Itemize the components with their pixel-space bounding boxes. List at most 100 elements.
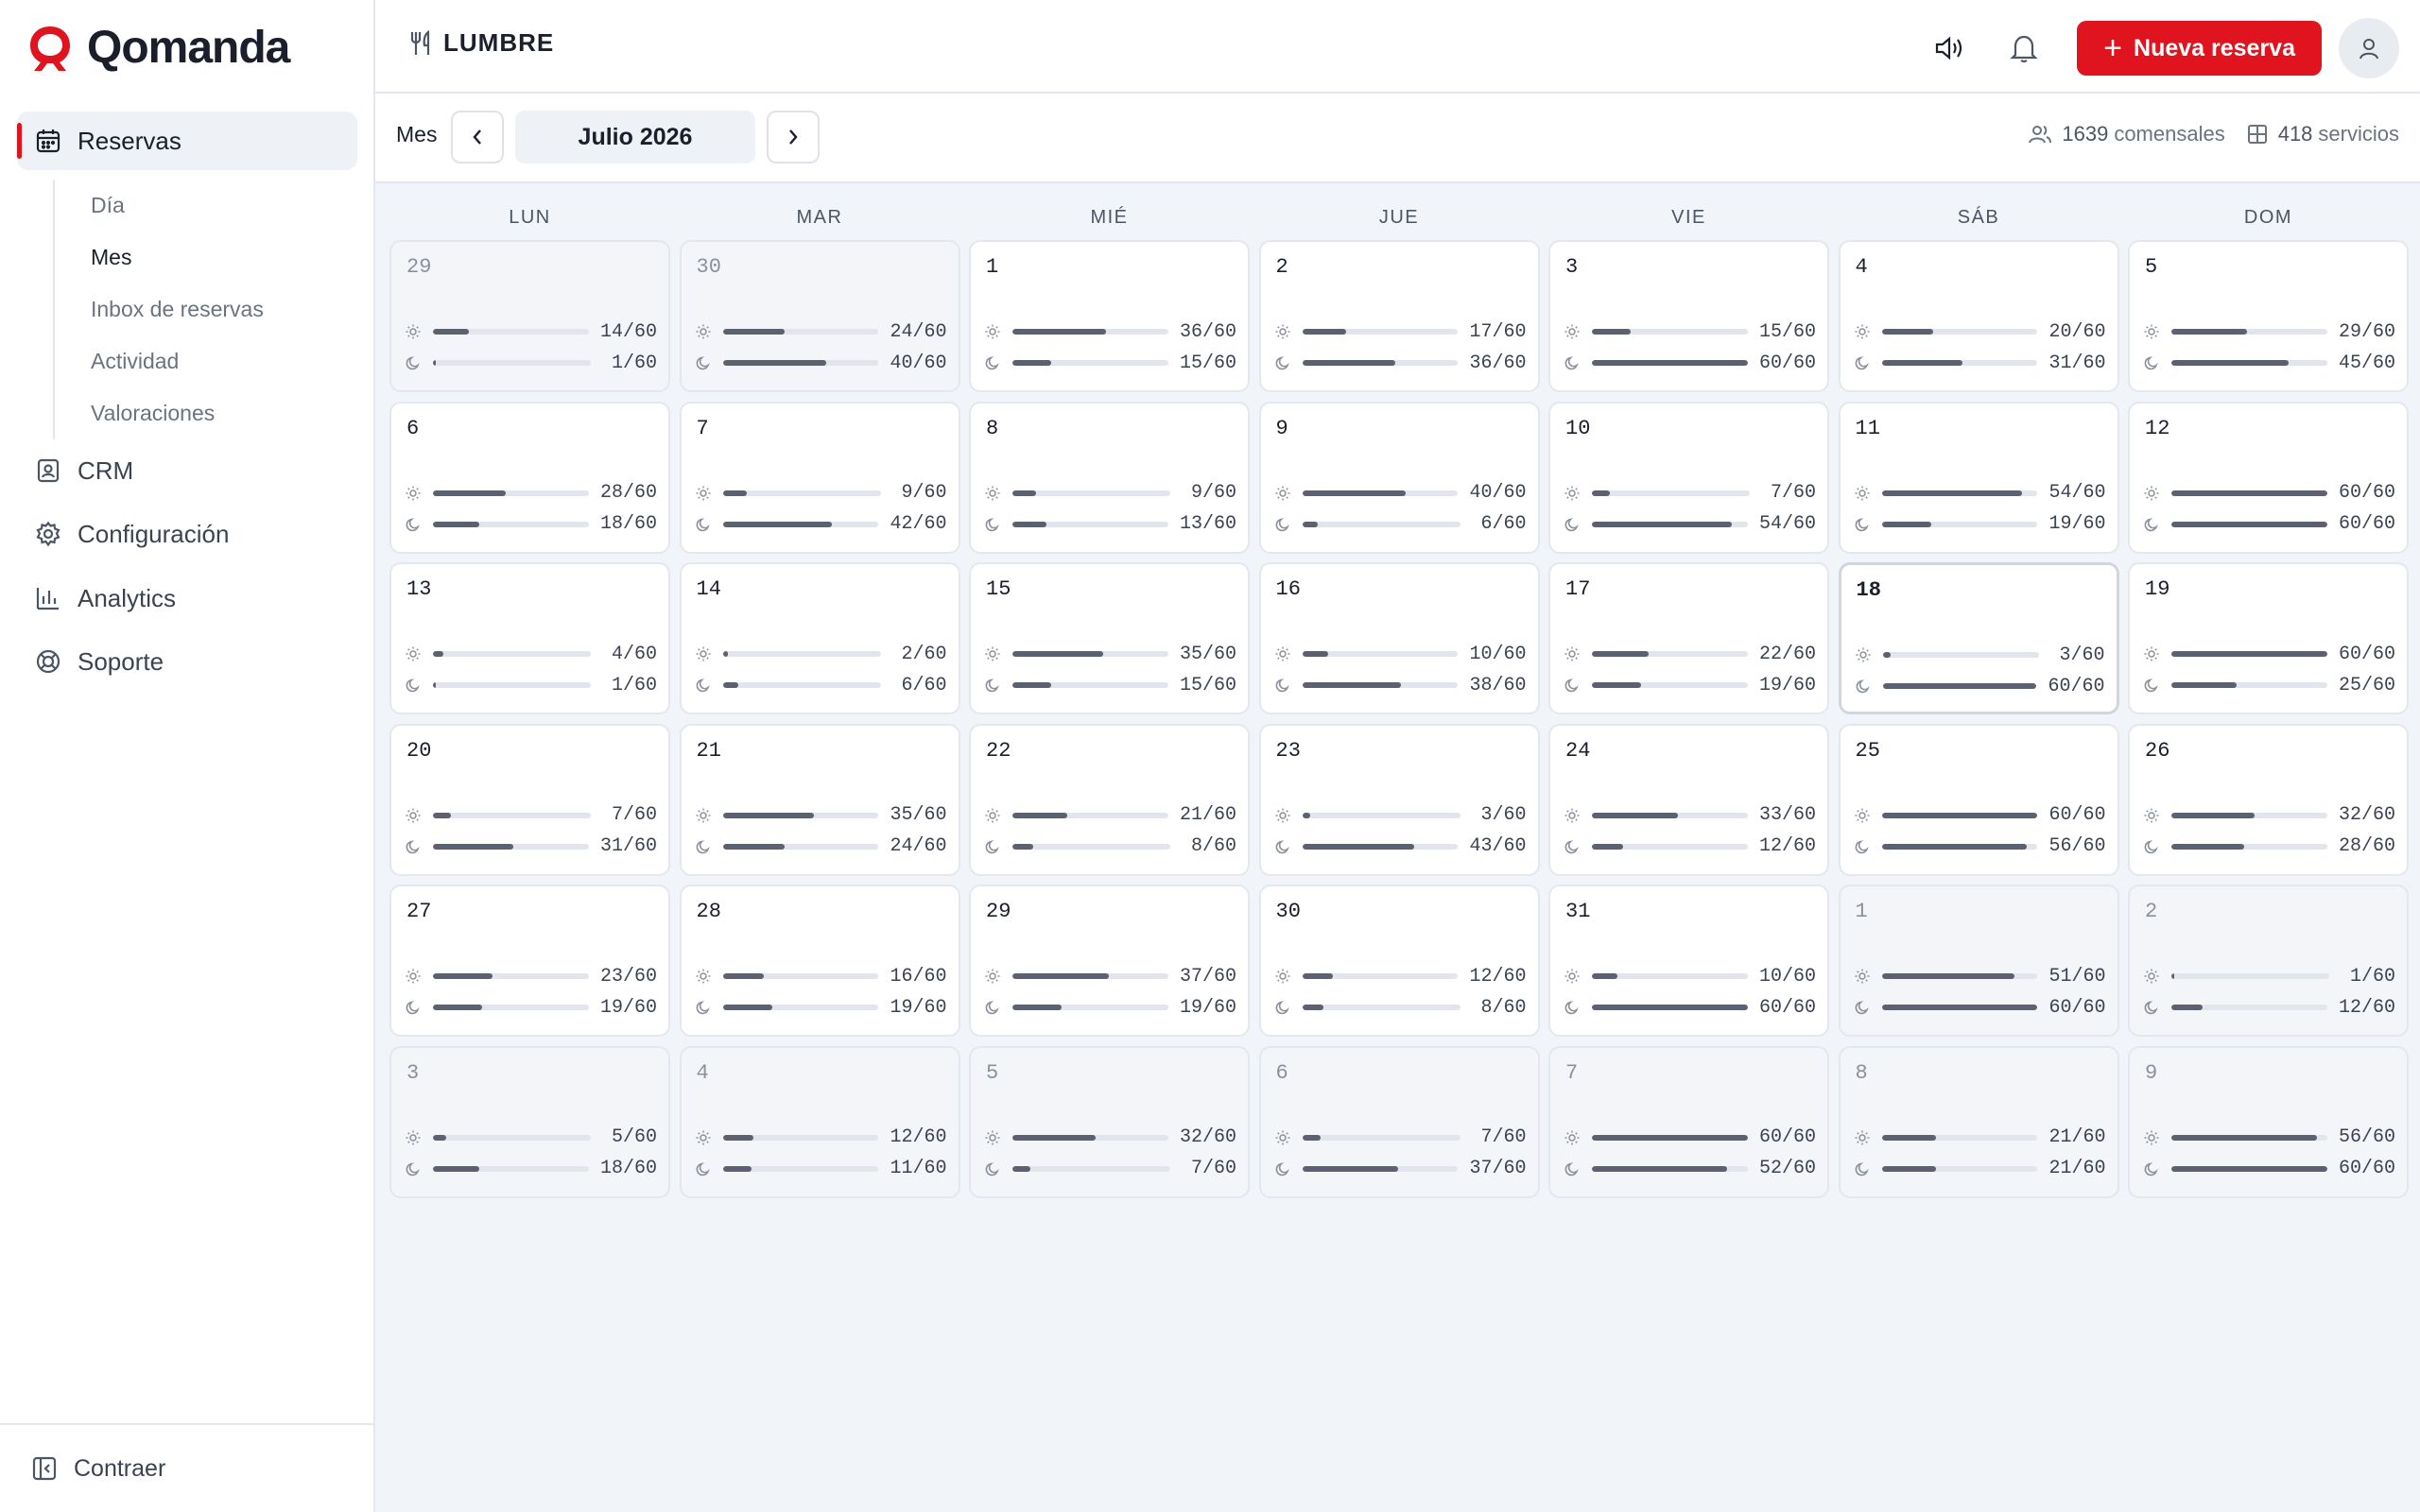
notifications-button[interactable] — [1996, 20, 2052, 77]
subnav-item-actividad[interactable]: Actividad — [55, 335, 338, 387]
occupancy-fill — [1592, 329, 1632, 335]
day-cell[interactable]: 4 12/60 11/60 — [679, 1045, 960, 1198]
subnav-item-valoraciones[interactable]: Valoraciones — [55, 387, 338, 439]
restaurant-selector[interactable]: LUMBRE — [407, 28, 554, 58]
day-cell[interactable]: 3 5/60 18/60 — [389, 1045, 670, 1198]
occupancy-count: 51/60 — [2048, 965, 2106, 988]
collapse-sidebar-button[interactable]: Contraer — [0, 1423, 375, 1512]
occupancy-fill — [433, 360, 436, 366]
day-cell[interactable]: 9 40/60 6/60 — [1258, 401, 1540, 554]
day-cell[interactable]: 12 60/60 60/60 — [2128, 401, 2409, 554]
day-cell[interactable]: 16 10/60 38/60 — [1258, 562, 1540, 714]
sidebar-item-soporte[interactable]: Soporte — [34, 638, 164, 685]
day-cell[interactable]: 15 35/60 15/60 — [969, 562, 1250, 714]
day-cell[interactable]: 9 56/60 60/60 — [2128, 1045, 2409, 1198]
day-cell[interactable]: 2 1/60 12/60 — [2128, 885, 2409, 1037]
moon-icon — [984, 1160, 1001, 1177]
sidebar-item-analytics[interactable]: Analytics — [34, 575, 176, 622]
sun-icon — [405, 807, 422, 824]
day-cell[interactable]: 22 21/60 8/60 — [969, 723, 1250, 876]
day-cell[interactable]: 6 28/60 18/60 — [389, 401, 670, 554]
occupancy-bar — [1012, 812, 1168, 818]
day-cell[interactable]: 29 14/60 1/60 — [389, 240, 670, 392]
day-cell[interactable]: 25 60/60 56/60 — [1838, 723, 2119, 876]
occupancy-bar — [1881, 1005, 2038, 1010]
day-cell[interactable]: 2 17/60 36/60 — [1258, 240, 1540, 392]
day-cell[interactable]: 31 10/60 60/60 — [1548, 885, 1829, 1037]
day-cell[interactable]: 3 15/60 60/60 — [1548, 240, 1829, 392]
sun-icon — [984, 323, 1001, 340]
day-cell[interactable]: 5 32/60 7/60 — [969, 1045, 1250, 1198]
day-cell[interactable]: 29 37/60 19/60 — [969, 885, 1250, 1037]
day-cell[interactable]: 1 36/60 15/60 — [969, 240, 1250, 392]
calendar-toolbar: Mes Julio 2026 1639 comensales 418 servi… — [375, 94, 2420, 183]
lunch-service: 7/60 — [405, 804, 657, 826]
occupancy-fill — [1881, 843, 2028, 850]
next-month-button[interactable] — [767, 111, 820, 163]
occupancy-bar — [1882, 683, 2037, 689]
day-cell[interactable]: 17 22/60 19/60 — [1548, 562, 1829, 714]
previous-month-button[interactable] — [451, 111, 504, 163]
occupancy-bar — [1881, 1165, 2038, 1172]
occupancy-count: 60/60 — [2048, 804, 2106, 826]
day-cell[interactable]: 8 21/60 21/60 — [1838, 1045, 2119, 1198]
sidebar-item-crm[interactable]: CRM — [34, 447, 133, 494]
occupancy-count: 6/60 — [901, 674, 947, 696]
subnav-item-mes[interactable]: Mes — [55, 232, 338, 284]
collapse-label: Contraer — [74, 1454, 166, 1482]
subnav-item-inbox[interactable]: Inbox de reservas — [55, 284, 338, 335]
day-cell[interactable]: 24 33/60 12/60 — [1548, 723, 1829, 876]
occupancy-fill — [1592, 973, 1618, 979]
brand-name: Qomanda — [87, 22, 290, 73]
day-cell[interactable]: 7 9/60 42/60 — [679, 401, 960, 554]
day-cell[interactable]: 21 35/60 24/60 — [679, 723, 960, 876]
brand-logo[interactable]: Qomanda — [25, 21, 290, 74]
day-cell-today[interactable]: 18 3/60 60/60 — [1838, 562, 2119, 714]
day-cell[interactable]: 23 3/60 43/60 — [1258, 723, 1540, 876]
day-cell[interactable]: 26 32/60 28/60 — [2128, 723, 2409, 876]
occupancy-fill — [2171, 521, 2327, 527]
day-cell[interactable]: 6 7/60 37/60 — [1258, 1045, 1540, 1198]
user-avatar[interactable] — [2339, 18, 2399, 78]
gear-icon — [34, 520, 62, 548]
occupancy-bar — [1012, 521, 1168, 527]
lunch-service: 20/60 — [1854, 321, 2106, 343]
day-cell[interactable]: 13 4/60 1/60 — [389, 562, 670, 714]
sidebar-item-reservas[interactable]: Reservas — [17, 112, 357, 170]
sound-button[interactable] — [1922, 20, 1979, 77]
occupancy-fill — [2171, 973, 2174, 979]
dinner-service: 1/60 — [405, 352, 657, 374]
lifebuoy-icon — [34, 647, 62, 676]
current-month[interactable]: Julio 2026 — [515, 111, 755, 163]
day-cell[interactable]: 28 16/60 19/60 — [679, 885, 960, 1037]
moon-icon — [695, 838, 712, 855]
dinner-service: 60/60 — [2143, 513, 2395, 535]
weekday-label: MIÉ — [1090, 207, 1129, 228]
day-cell[interactable]: 19 60/60 25/60 — [2128, 562, 2409, 714]
day-cell[interactable]: 30 12/60 8/60 — [1258, 885, 1540, 1037]
day-cell[interactable]: 5 29/60 45/60 — [2128, 240, 2409, 392]
day-cell[interactable]: 27 23/60 19/60 — [389, 885, 670, 1037]
sidebar-item-configuracion[interactable]: Configuración — [34, 510, 229, 558]
moon-icon — [984, 999, 1001, 1016]
day-cell[interactable]: 14 2/60 6/60 — [679, 562, 960, 714]
new-reservation-button[interactable]: + Nueva reserva — [2077, 21, 2322, 76]
day-cell[interactable]: 1 51/60 60/60 — [1838, 885, 2119, 1037]
lunch-service: 21/60 — [1854, 1126, 2106, 1148]
day-number: 23 — [1275, 738, 1301, 763]
day-cell[interactable]: 8 9/60 13/60 — [969, 401, 1250, 554]
occupancy-bar — [1881, 360, 2038, 366]
day-cell[interactable]: 20 7/60 31/60 — [389, 723, 670, 876]
occupancy-bar — [2171, 1165, 2327, 1172]
occupancy-count: 60/60 — [2338, 513, 2395, 535]
day-cell[interactable]: 7 60/60 52/60 — [1548, 1045, 1829, 1198]
occupancy-fill — [1592, 812, 1678, 818]
day-cell[interactable]: 30 24/60 40/60 — [679, 240, 960, 392]
view-mode-label[interactable]: Mes — [396, 122, 437, 147]
day-cell[interactable]: 11 54/60 19/60 — [1838, 401, 2119, 554]
subnav-item-dia[interactable]: Día — [55, 180, 338, 232]
day-cell[interactable]: 10 7/60 54/60 — [1548, 401, 1829, 554]
occupancy-fill — [433, 490, 506, 496]
lunch-service: 35/60 — [984, 644, 1236, 665]
day-cell[interactable]: 4 20/60 31/60 — [1838, 240, 2119, 392]
